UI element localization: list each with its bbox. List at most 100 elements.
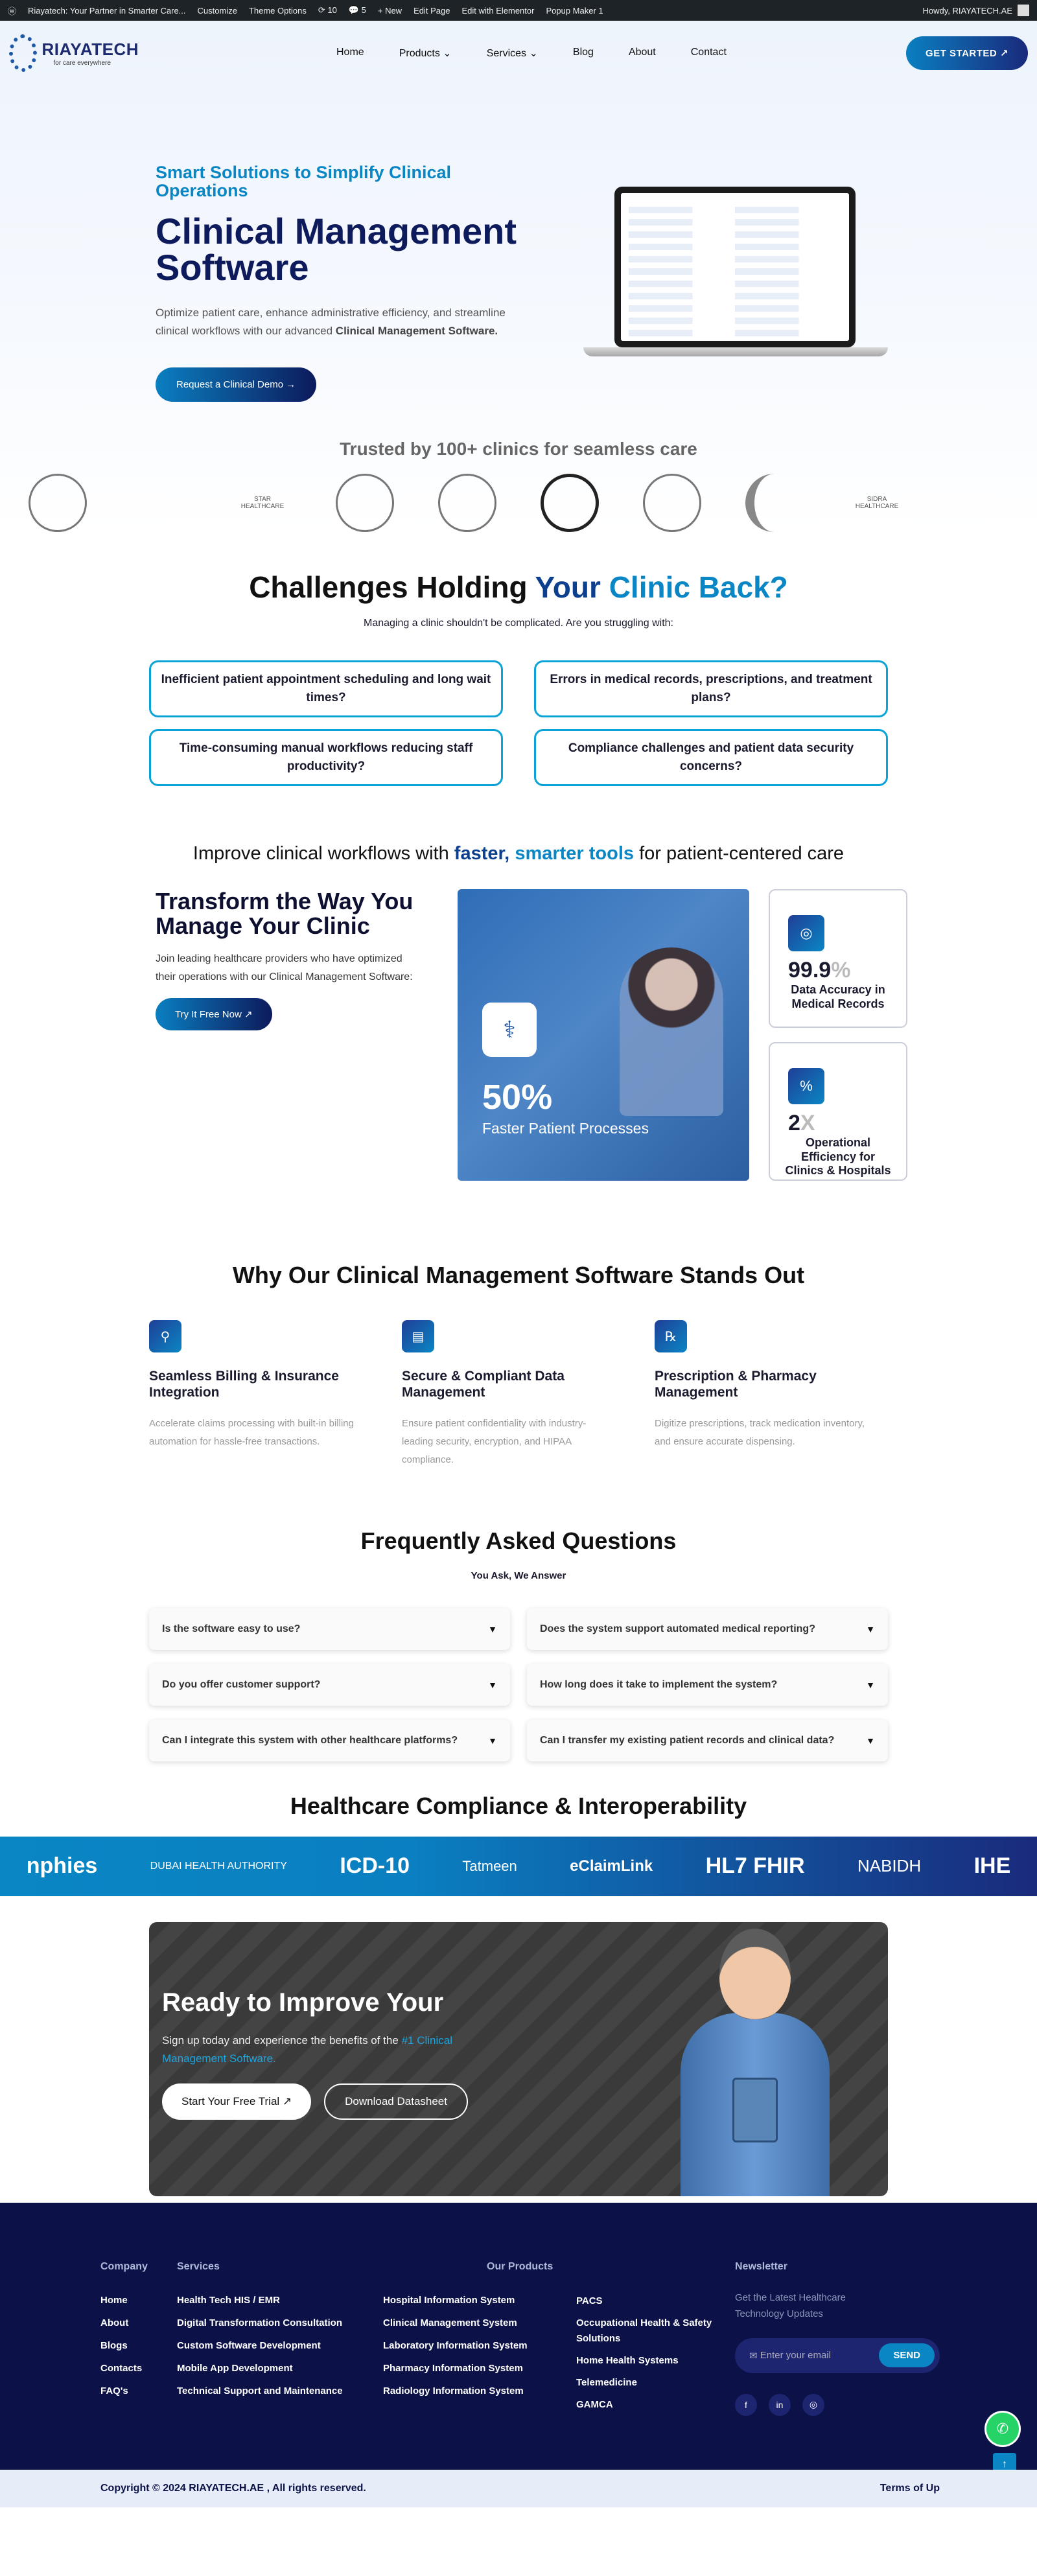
download-datasheet-button[interactable]: Download Datasheet <box>324 2083 468 2120</box>
feature-card: ⚲ Seamless Billing & Insurance Integratio… <box>149 1320 363 1469</box>
nav-services[interactable]: Services ⌄ <box>487 47 538 60</box>
footer-link[interactable]: Mobile App Development <box>177 2363 383 2374</box>
compliance-logo: DUBAI HEALTH AUTHORITY <box>150 1860 287 1872</box>
faq-item[interactable]: Can I transfer my existing patient recor… <box>527 1719 888 1761</box>
transform-section: Transform the Way You Manage Your Clinic… <box>156 889 1037 1181</box>
chevron-down-icon: ▼ <box>866 1623 875 1634</box>
wp-edit-page[interactable]: Edit Page <box>414 6 450 16</box>
wp-edit-elementor[interactable]: Edit with Elementor <box>461 6 534 16</box>
email-input[interactable]: Enter your email <box>760 2350 831 2361</box>
try-free-button[interactable]: Try It Free Now ↗ <box>156 997 272 1030</box>
footer-link[interactable]: Technical Support and Maintenance <box>177 2385 383 2396</box>
footer-link[interactable]: About <box>100 2317 177 2328</box>
doctor-photo: ⚕ 50% Faster Patient Processes <box>458 889 749 1181</box>
stat-percent-label: Faster Patient Processes <box>482 1120 649 1137</box>
why-section: Why Our Clinical Management Software Sta… <box>0 1262 1037 1469</box>
trusted-heading: Trusted by 100+ clinics for seamless car… <box>340 439 697 459</box>
footer-link[interactable]: Hospital Information System <box>383 2295 576 2306</box>
compliance-logo: Tatmeen <box>462 1857 517 1874</box>
wp-site-name[interactable]: Riayatech: Your Partner in Smarter Care.… <box>28 6 186 16</box>
client-logos: STAR HEALTHCARE SIDRA HEALTHCARE <box>0 474 1037 532</box>
wp-customize[interactable]: Customize <box>198 6 237 16</box>
wp-admin-bar: ⓦ Riayatech: Your Partner in Smarter Car… <box>0 0 1037 21</box>
wp-new[interactable]: + New <box>378 6 402 16</box>
footer-link[interactable]: Blogs <box>100 2340 177 2351</box>
challenge-card: Inefficient patient appointment scheduli… <box>149 660 503 717</box>
chevron-down-icon: ▼ <box>488 1623 497 1634</box>
wp-comments[interactable]: 💬 5 <box>349 5 366 16</box>
stat-card: ◎ 99.9% Data Accuracy in Medical Records <box>769 889 907 1028</box>
wp-popup-maker[interactable]: Popup Maker 1 <box>546 6 603 16</box>
copyright: Copyright © 2024 RIAYATECH.AE , All righ… <box>100 2482 366 2494</box>
faq-item[interactable]: Can I integrate this system with other h… <box>149 1719 510 1761</box>
faq-subtitle: You Ask, We Answer <box>471 1570 566 1581</box>
cta-banner: Ready to Improve Your Sign up today and … <box>149 1921 888 2196</box>
footer-link[interactable]: Radiology Information System <box>383 2385 576 2396</box>
client-logo <box>438 474 496 532</box>
faq-title: Frequently Asked Questions <box>360 1527 677 1554</box>
chevron-down-icon: ▼ <box>488 1679 497 1690</box>
nav-blog[interactable]: Blog <box>573 47 594 60</box>
feature-card: ℞ Prescription & Pharmacy Management Digit… <box>655 1320 868 1469</box>
client-logo <box>336 474 394 532</box>
mail-icon: ✉ <box>749 2350 760 2361</box>
why-title: Why Our Clinical Management Software Sta… <box>232 1262 805 1288</box>
site-logo[interactable]: RIAYATECH for care everywhere <box>9 34 139 72</box>
faq-item[interactable]: Does the system support automated medica… <box>527 1608 888 1650</box>
footer-link[interactable]: FAQ's <box>100 2385 177 2396</box>
footer-link[interactable]: Home Health Systems <box>576 2353 735 2369</box>
faq-item[interactable]: Is the software easy to use? ▼ <box>149 1608 510 1650</box>
facebook-icon[interactable]: f <box>735 2393 757 2416</box>
footer-link[interactable]: PACS <box>576 2293 735 2309</box>
cta-description: Sign up today and experience the benefit… <box>162 2034 452 2065</box>
footer-link[interactable]: GAMCA <box>576 2397 735 2413</box>
compliance-logo: ICD-10 <box>340 1853 410 1879</box>
feature-card: ▤ Secure & Compliant Data Management Ensur… <box>402 1320 616 1469</box>
footer-link[interactable]: Custom Software Development <box>177 2340 383 2351</box>
avatar <box>1018 5 1029 16</box>
get-started-button[interactable]: GET STARTED ↗ <box>906 36 1028 70</box>
challenge-card: Compliance challenges and patient data s… <box>534 729 888 786</box>
footer-company: Company Home About Blogs Contacts FAQ's <box>100 2261 177 2419</box>
challenges-subtitle: Managing a clinic shouldn't be complicat… <box>364 618 673 629</box>
footer-link[interactable]: Occupational Health & Safety Solutions <box>576 2315 735 2347</box>
hero-kicker: Smart Solutions to Simplify Clinical Ope… <box>156 163 452 201</box>
send-button[interactable]: SEND <box>879 2343 935 2368</box>
person-image <box>620 947 723 1116</box>
hero-description: Optimize patient care, enhance administr… <box>156 306 506 337</box>
wp-howdy[interactable]: Howdy, RIAYATECH.AE <box>923 6 1012 16</box>
faq-item[interactable]: Do you offer customer support? ▼ <box>149 1664 510 1706</box>
client-logo <box>745 474 804 532</box>
nav-home[interactable]: Home <box>336 47 364 60</box>
nav-about[interactable]: About <box>629 47 656 60</box>
challenges-title: Challenges Holding Your Clinic Back? <box>249 570 788 604</box>
instagram-icon[interactable]: ◎ <box>802 2393 824 2416</box>
client-logo <box>643 474 701 532</box>
accuracy-icon: ◎ <box>788 915 824 951</box>
site-header: RIAYATECH for care everywhere Home Produc… <box>0 21 1037 86</box>
footer-link[interactable]: Clinical Management System <box>383 2317 576 2328</box>
wp-theme-options[interactable]: Theme Options <box>249 6 307 16</box>
compliance-section: Healthcare Compliance & Interoperability <box>0 1793 1037 1820</box>
billing-icon: ⚲ <box>149 1320 181 1352</box>
client-logo: SIDRA HEALTHCARE <box>855 496 899 510</box>
whatsapp-icon[interactable]: ✆ <box>986 2412 1019 2445</box>
wp-updates[interactable]: ⟳ 10 <box>318 5 337 16</box>
free-trial-button[interactable]: Start Your Free Trial ↗ <box>162 2083 312 2120</box>
footer-link[interactable]: Pharmacy Information System <box>383 2363 576 2374</box>
footer-link[interactable]: Health Tech HIS / EMR <box>177 2295 383 2306</box>
faq-item[interactable]: How long does it take to implement the s… <box>527 1664 888 1706</box>
terms-link[interactable]: Terms of Up <box>880 2483 940 2494</box>
nav-products[interactable]: Products ⌄ <box>399 47 452 60</box>
linkedin-icon[interactable]: in <box>769 2393 791 2416</box>
footer-link[interactable]: Digital Transformation Consultation <box>177 2317 383 2328</box>
nav-contact[interactable]: Contact <box>691 47 727 60</box>
footer-link[interactable]: Contacts <box>100 2363 177 2374</box>
wp-logo-icon[interactable]: ⓦ <box>8 5 16 17</box>
request-demo-button[interactable]: Request a Clinical Demo → <box>156 367 317 402</box>
footer-link[interactable]: Telemedicine <box>576 2375 735 2391</box>
challenges-section: Challenges Holding Your Clinic Back? Man… <box>0 570 1037 786</box>
footer-link[interactable]: Laboratory Information System <box>383 2340 576 2351</box>
stat-card: % 2X Operational Efficiency for Clinics … <box>769 1042 907 1181</box>
footer-link[interactable]: Home <box>100 2295 177 2306</box>
